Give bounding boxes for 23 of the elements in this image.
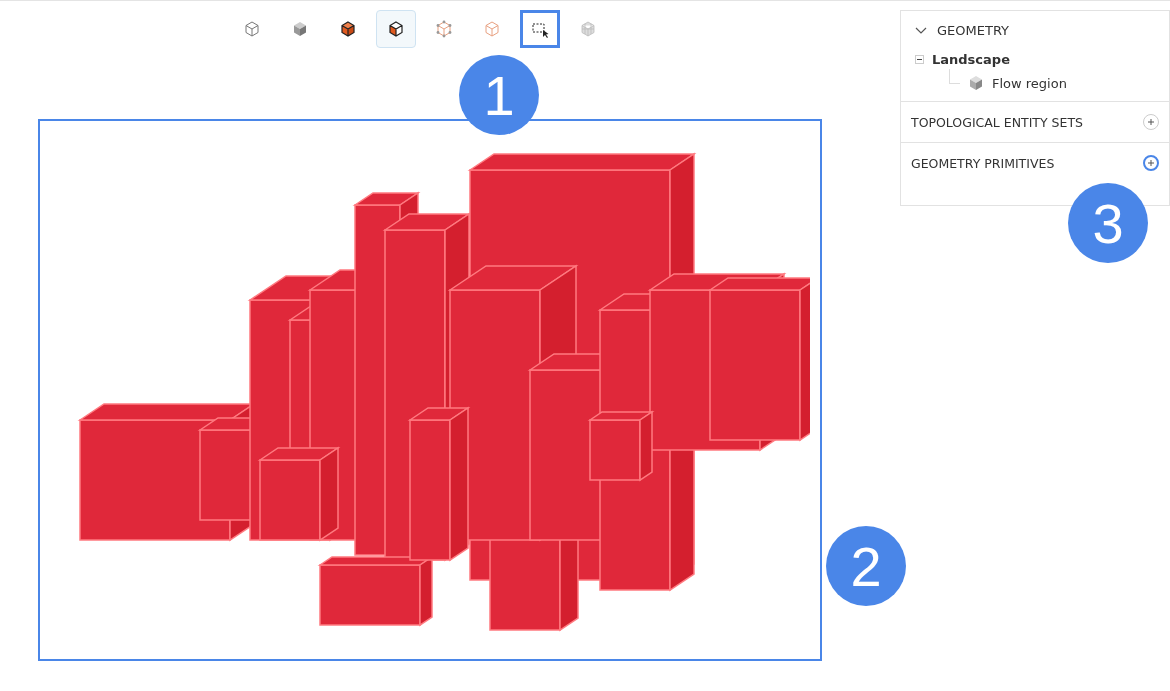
section-title: TOPOLOGICAL ENTITY SETS (911, 114, 1083, 130)
cube-icon (968, 75, 984, 91)
collapse-toggle[interactable] (915, 55, 924, 64)
cube-icon (434, 19, 454, 39)
chevron-icon (915, 26, 927, 35)
cube-icon (338, 19, 358, 39)
geometry-header[interactable]: GEOMETRY (915, 23, 1169, 38)
step-number-badge: 2 (826, 526, 906, 606)
box-select-view-button[interactable] (520, 10, 560, 48)
cube-icon (242, 19, 262, 39)
cube-icon (482, 19, 502, 39)
step-number-badge: 1 (459, 55, 539, 135)
cube-icon (386, 19, 406, 39)
plus-icon (1147, 118, 1155, 126)
cube-icon (578, 19, 598, 39)
tree-item[interactable]: Flow region (992, 75, 1067, 91)
add-button[interactable] (1143, 155, 1159, 171)
solid-edges-view-button[interactable] (376, 10, 416, 48)
add-button[interactable] (1143, 114, 1159, 130)
tree-item[interactable]: Landscape (932, 52, 1010, 67)
plus-icon (1147, 159, 1155, 167)
section-title: GEOMETRY PRIMITIVES (911, 155, 1055, 171)
step-number-badge: 3 (1068, 183, 1148, 263)
